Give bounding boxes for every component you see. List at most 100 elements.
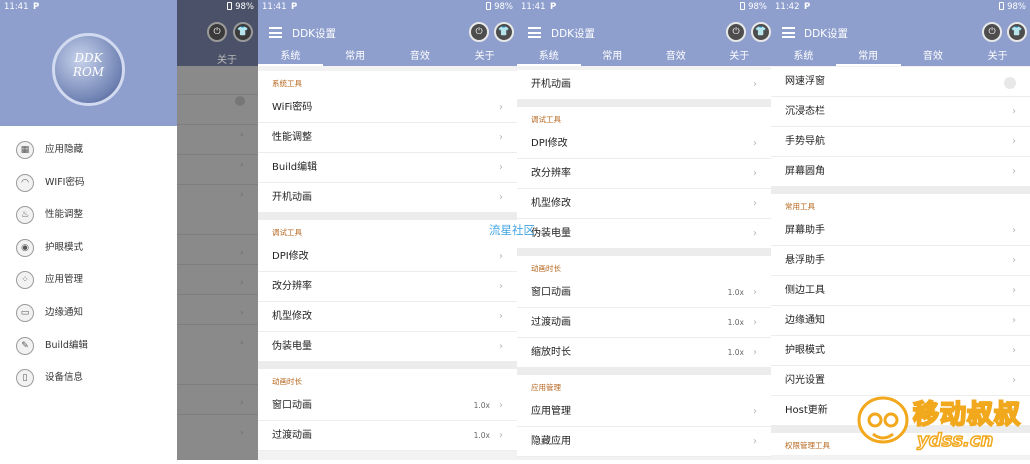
row-label: DPI修改	[531, 138, 568, 149]
row-boot-animation[interactable]: 开机动画 ›	[517, 70, 771, 100]
row-dpi[interactable]: DPI修改 ›	[517, 129, 771, 159]
tab-common[interactable]: 常用	[323, 49, 388, 64]
chevron-right-icon: ›	[1012, 166, 1016, 177]
row-fake-battery[interactable]: 伪装电量 ›	[258, 332, 517, 362]
drawer-item-wifi-password[interactable]: ◠ WIFI密码	[0, 167, 177, 199]
theme-button[interactable]: 👕	[1007, 22, 1027, 42]
row-hide-apps[interactable]: 隐藏应用 ›	[517, 427, 771, 457]
drawer-item-device-info[interactable]: ▯ 设备信息	[0, 362, 177, 394]
drawer-item-label: 应用管理	[45, 274, 84, 285]
row-boot-animation[interactable]: 开机动画 ›	[258, 183, 517, 213]
chevron-right-icon: ›	[499, 430, 503, 441]
row-transition-animation[interactable]: 过渡动画 1.0x ›	[258, 421, 517, 451]
divider	[177, 234, 258, 235]
tab-system[interactable]: 系统	[517, 49, 581, 66]
scrim-tab-label: 关于	[217, 55, 237, 66]
row-eye-care[interactable]: 护眼模式 ›	[771, 336, 1030, 366]
row-label: 改分辨率	[531, 168, 571, 179]
tab-system[interactable]: 系统	[258, 49, 323, 66]
chevron-right-icon: ›	[499, 251, 503, 262]
battery-icon	[999, 2, 1005, 10]
drawer-item-eye-care[interactable]: ◉ 护眼模式	[0, 232, 177, 264]
hamburger-menu-icon[interactable]	[269, 27, 282, 38]
drawer-item-edge-notify[interactable]: ▭ 边缘通知	[0, 297, 177, 329]
chevron-right-icon: ›	[499, 192, 503, 203]
tab-sound[interactable]: 音效	[644, 49, 708, 64]
row-performance[interactable]: 性能调整 ›	[258, 123, 517, 153]
row-fake-battery[interactable]: 伪装电量 ›	[517, 219, 771, 249]
chevron-right-icon: ›	[753, 168, 757, 179]
chevron-right-icon: ›	[240, 278, 244, 288]
row-label: 悬浮助手	[785, 255, 825, 266]
row-float-assistant[interactable]: 悬浮助手 ›	[771, 246, 1030, 276]
toggle-switch[interactable]	[1004, 77, 1016, 89]
drawer-item-performance[interactable]: ♨ 性能调整	[0, 199, 177, 231]
row-gesture-nav[interactable]: 手势导航 ›	[771, 127, 1030, 157]
power-icon: ⏻	[207, 22, 227, 42]
section-gap	[517, 249, 771, 256]
row-wifi-password[interactable]: WiFi密码 ›	[258, 93, 517, 123]
site-brand-text: ydss.cn	[916, 429, 994, 452]
drawer-item-label: WIFI密码	[45, 177, 85, 188]
battery-indicator: 98%	[227, 0, 254, 15]
row-model[interactable]: 机型修改 ›	[258, 302, 517, 332]
row-model[interactable]: 机型修改 ›	[517, 189, 771, 219]
row-screen-corners[interactable]: 屏幕圆角 ›	[771, 157, 1030, 187]
tab-common[interactable]: 常用	[581, 49, 645, 64]
row-immersive-bar[interactable]: 沉浸态栏 ›	[771, 97, 1030, 127]
row-screen-assistant[interactable]: 屏幕助手 ›	[771, 216, 1030, 246]
row-window-animation[interactable]: 窗口动画 1.0x ›	[258, 391, 517, 421]
row-label: 过渡动画	[272, 430, 312, 441]
row-window-animation[interactable]: 窗口动画 1.0x ›	[517, 278, 771, 308]
logo-line-2: ROM	[72, 65, 105, 79]
row-edge-notify[interactable]: 边缘通知 ›	[771, 306, 1030, 336]
row-transition-animation[interactable]: 过渡动画 1.0x ›	[517, 308, 771, 338]
chevron-right-icon: ›	[499, 341, 503, 352]
divider	[177, 94, 258, 95]
theme-button[interactable]: 👕	[751, 22, 771, 42]
row-app-manage[interactable]: 应用管理 ›	[517, 397, 771, 427]
row-resolution[interactable]: 改分辨率 ›	[517, 159, 771, 189]
app-grid-icon: ▦	[16, 141, 34, 159]
tab-sound[interactable]: 音效	[901, 49, 966, 64]
notification-p-icon: P	[804, 2, 811, 12]
tab-sound[interactable]: 音效	[388, 49, 453, 64]
site-logo-text: 移动叔叔	[912, 399, 1022, 431]
power-button[interactable]: ⏻	[982, 22, 1002, 42]
chevron-right-icon: ›	[240, 130, 244, 140]
app-title: DDK设置	[292, 28, 337, 40]
row-value: 1.0x	[727, 288, 744, 297]
divider	[177, 154, 258, 155]
tab-about[interactable]: 关于	[965, 49, 1030, 64]
tab-about[interactable]: 关于	[708, 49, 772, 64]
drawer-item-label: 护眼模式	[45, 242, 84, 253]
chevron-right-icon: ›	[753, 198, 757, 209]
tab-about[interactable]: 关于	[452, 49, 517, 64]
hamburger-menu-icon[interactable]	[782, 27, 795, 38]
power-button[interactable]: ⏻	[469, 22, 489, 42]
status-time: 11:42	[775, 2, 800, 12]
tab-system[interactable]: 系统	[771, 49, 836, 64]
power-button[interactable]: ⏻	[726, 22, 746, 42]
row-label: 性能调整	[272, 132, 312, 143]
row-resolution[interactable]: 改分辨率 ›	[258, 272, 517, 302]
drawer-item-app-manage[interactable]: ⁘ 应用管理	[0, 264, 177, 296]
row-label: 网速浮窗	[785, 76, 825, 87]
row-dpi[interactable]: DPI修改 ›	[258, 242, 517, 272]
battery-level: 98%	[748, 2, 767, 12]
divider	[177, 324, 258, 325]
row-speed-float[interactable]: 网速浮窗	[771, 67, 1030, 97]
chevron-right-icon: ›	[1012, 345, 1016, 356]
row-build-edit[interactable]: Build编辑 ›	[258, 153, 517, 183]
hamburger-menu-icon[interactable]	[528, 27, 541, 38]
theme-button[interactable]: 👕	[494, 22, 514, 42]
phone-icon: ▯	[16, 369, 34, 387]
drawer-item-label: 边缘通知	[45, 307, 84, 318]
drawer-item-build-edit[interactable]: ✎ Build编辑	[0, 330, 177, 362]
tab-common[interactable]: 常用	[835, 49, 901, 66]
edit-icon: ✎	[16, 337, 34, 355]
row-scale-duration[interactable]: 缩放时长 1.0x ›	[517, 338, 771, 368]
drawer-item-app-hide[interactable]: ▦ 应用隐藏	[0, 134, 177, 166]
drawer-scrim[interactable]: ⏻ 👕 关于 › › › › › › › › ›	[177, 0, 258, 460]
row-side-tools[interactable]: 侧边工具 ›	[771, 276, 1030, 306]
